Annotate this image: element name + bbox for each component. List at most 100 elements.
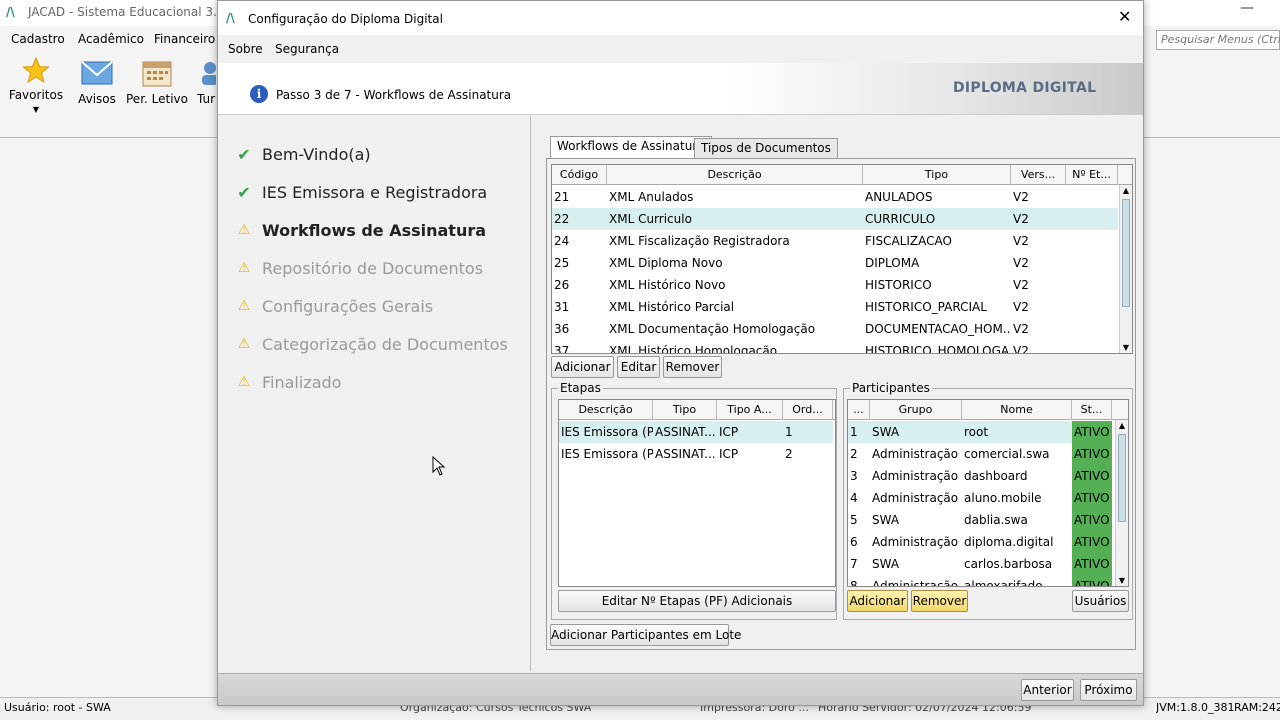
wizard-step-label: Workflows de Assinatura bbox=[262, 220, 487, 240]
table-cell: 1 bbox=[850, 425, 858, 439]
column-header[interactable]: St... bbox=[1072, 400, 1112, 420]
star-icon bbox=[22, 56, 50, 84]
edit-workflow-button[interactable]: Editar bbox=[617, 356, 660, 378]
table-cell: ANULADOS bbox=[865, 190, 933, 204]
table-cell: carlos.barbosa bbox=[964, 557, 1053, 571]
table-row[interactable]: 36 XML Documentação Homologação DOCUMENTAC… bbox=[552, 318, 1118, 340]
search-menus-input[interactable]: Pesquisar Menus (Ctrl+ bbox=[1156, 30, 1280, 50]
participantes-title: Participantes bbox=[850, 381, 932, 395]
table-row[interactable]: 7 SWA carlos.barbosa ATIVO bbox=[848, 553, 1112, 575]
table-cell: Administração bbox=[872, 447, 959, 461]
scrollbar-thumb[interactable] bbox=[1118, 434, 1126, 522]
add-batch-participants-button[interactable]: Adicionar Participantes em Lote bbox=[550, 624, 741, 646]
table-row[interactable]: 2 Administração comercial.swa ATIVO bbox=[848, 443, 1112, 465]
wizard-step-label: Finalizado bbox=[262, 372, 342, 392]
table-cell: 8 bbox=[850, 579, 858, 587]
toolbar-per-letivo-label: Per. Letivo bbox=[126, 92, 188, 106]
previous-button[interactable]: Anterior bbox=[1021, 679, 1074, 701]
table-cell: 21 bbox=[554, 190, 570, 204]
toolbar-turmas[interactable]: Tur bbox=[196, 56, 216, 106]
workflows-table[interactable]: Código Descrição Tipo Vers... Nº Et... 21 XML … bbox=[551, 164, 1133, 354]
table-row[interactable]: 1 SWA root ATIVO bbox=[848, 421, 1112, 443]
table-row[interactable]: 8 Administração almoxarifado ATIVO bbox=[848, 575, 1112, 587]
menu-academico[interactable]: Acadêmico bbox=[78, 32, 144, 46]
toolbar-per-letivo[interactable]: Per. Letivo bbox=[126, 56, 188, 106]
table-row[interactable]: 26 XML Histórico Novo HISTORICO V2 bbox=[552, 274, 1118, 296]
wizard-step-label: IES Emissora e Registradora bbox=[262, 182, 488, 202]
table-cell: Administração bbox=[872, 535, 959, 549]
table-row[interactable]: 37 XML Histórico Homologação HISTORICO_HOM… bbox=[552, 340, 1118, 353]
table-row[interactable]: 5 SWA dablia.swa ATIVO bbox=[848, 509, 1112, 531]
table-cell bbox=[1066, 318, 1118, 340]
check-icon: ✔ bbox=[237, 182, 251, 202]
table-cell: ASSINAT... bbox=[655, 425, 716, 439]
vertical-scrollbar[interactable]: ▲ ▼ bbox=[1115, 420, 1128, 586]
toolbar-avisos[interactable]: Avisos bbox=[74, 56, 120, 106]
table-cell bbox=[1066, 186, 1118, 208]
table-row[interactable]: IES Emissora (PF)ASSINAT...ICP 1 bbox=[559, 421, 833, 443]
menu-financeiro[interactable]: Financeiro bbox=[154, 32, 215, 46]
table-cell bbox=[1066, 340, 1118, 353]
column-header[interactable]: Tipo bbox=[653, 400, 717, 420]
toolbar-avisos-label: Avisos bbox=[78, 92, 116, 106]
close-icon[interactable]: ✕ bbox=[1118, 7, 1131, 26]
table-row[interactable]: 25 XML Diploma Novo DIPLOMA V2 bbox=[552, 252, 1118, 274]
table-cell: HISTORICO_PARCIAL bbox=[865, 300, 987, 314]
column-header[interactable]: Nº Et... bbox=[1066, 165, 1118, 185]
add-workflow-button[interactable]: Adicionar bbox=[551, 356, 614, 378]
scroll-down-icon[interactable]: ▼ bbox=[1116, 576, 1128, 585]
app-logo-icon: /\ bbox=[6, 5, 15, 19]
toolbar-favoritos[interactable]: Favoritos ▼ bbox=[8, 56, 64, 114]
next-button[interactable]: Próximo bbox=[1080, 679, 1137, 701]
scroll-up-icon[interactable]: ▲ bbox=[1116, 421, 1128, 430]
column-header[interactable]: Descrição bbox=[559, 400, 653, 420]
column-header[interactable]: Grupo bbox=[870, 400, 962, 420]
table-cell: 26 bbox=[554, 278, 570, 292]
menu-seguranca[interactable]: Segurança bbox=[275, 42, 339, 56]
remove-workflow-button[interactable]: Remover bbox=[663, 356, 722, 378]
scroll-up-icon[interactable]: ▲ bbox=[1120, 186, 1132, 195]
add-participant-button[interactable]: Adicionar bbox=[847, 590, 908, 612]
table-row[interactable]: 22 XML Curriculo CURRICULO V2 bbox=[552, 208, 1118, 230]
table-row[interactable]: 3 Administração dashboard ATIVO bbox=[848, 465, 1112, 487]
table-cell: FISCALIZACAO bbox=[865, 234, 952, 248]
edit-etapas-button[interactable]: Editar Nº Etapas (PF) Adicionais bbox=[558, 590, 836, 612]
menu-cadastro[interactable]: Cadastro bbox=[11, 32, 65, 46]
table-row[interactable]: 21 XML Anulados ANULADOS V2 bbox=[552, 186, 1118, 208]
table-cell: V2 bbox=[1013, 300, 1029, 314]
diploma-digital-logo: DIPLOMA DIGITAL bbox=[953, 80, 1097, 96]
vertical-scrollbar[interactable]: ▲ ▼ bbox=[1119, 185, 1132, 353]
minimize-icon[interactable]: — bbox=[1240, 0, 1254, 16]
menu-sobre[interactable]: Sobre bbox=[228, 42, 263, 56]
tab-tipos-documentos[interactable]: Tipos de Documentos bbox=[694, 138, 838, 158]
column-header[interactable]: Nome bbox=[962, 400, 1072, 420]
users-button[interactable]: Usuários bbox=[1072, 590, 1129, 612]
column-header[interactable]: Tipo bbox=[863, 165, 1011, 185]
table-cell: Administração bbox=[872, 469, 959, 483]
column-header[interactable]: Código bbox=[552, 165, 607, 185]
participantes-table[interactable]: ... Grupo Nome St... 1 SWA root ATIVO 2 Administr… bbox=[847, 399, 1129, 587]
table-row[interactable]: 31 XML Histórico Parcial HISTORICO_PARCIAL… bbox=[552, 296, 1118, 318]
tab-workflows[interactable]: Workflows de Assinatura bbox=[550, 136, 712, 158]
table-row[interactable]: 24 XML Fiscalização Registradora FISCALIZA… bbox=[552, 230, 1118, 252]
table-row[interactable]: 4 Administração aluno.mobile ATIVO bbox=[848, 487, 1112, 509]
scrollbar-thumb[interactable] bbox=[1122, 199, 1130, 307]
wizard-step-label: Repositório de Documentos bbox=[262, 258, 484, 278]
table-cell: SWA bbox=[872, 425, 900, 439]
column-header[interactable]: ... bbox=[848, 400, 870, 420]
table-cell: aluno.mobile bbox=[964, 491, 1042, 505]
column-header[interactable]: Tipo A... bbox=[717, 400, 783, 420]
column-header[interactable]: Ord... bbox=[783, 400, 833, 420]
scroll-down-icon[interactable]: ▼ bbox=[1120, 343, 1132, 352]
etapas-table[interactable]: Descrição Tipo Tipo A... Ord... IES Emissora… bbox=[558, 399, 836, 587]
column-header[interactable]: Vers... bbox=[1011, 165, 1066, 185]
dialog-titlebar: /\ Configuração do Diploma Digital ✕ bbox=[218, 1, 1143, 35]
table-cell: 5 bbox=[850, 513, 858, 527]
participantes-group: Participantes ... Grupo Nome St... 1 SWA root A… bbox=[843, 381, 1133, 620]
table-row[interactable]: 6 Administração diploma.digital ATIVO bbox=[848, 531, 1112, 553]
table-cell: ATIVO bbox=[1072, 531, 1112, 553]
column-header[interactable]: Descrição bbox=[607, 165, 863, 185]
table-cell: V2 bbox=[1013, 190, 1029, 204]
table-row[interactable]: IES Emissora (PJ) ASSINAT... ICP 2 bbox=[559, 443, 833, 465]
remove-participant-button[interactable]: Remover bbox=[911, 590, 968, 612]
